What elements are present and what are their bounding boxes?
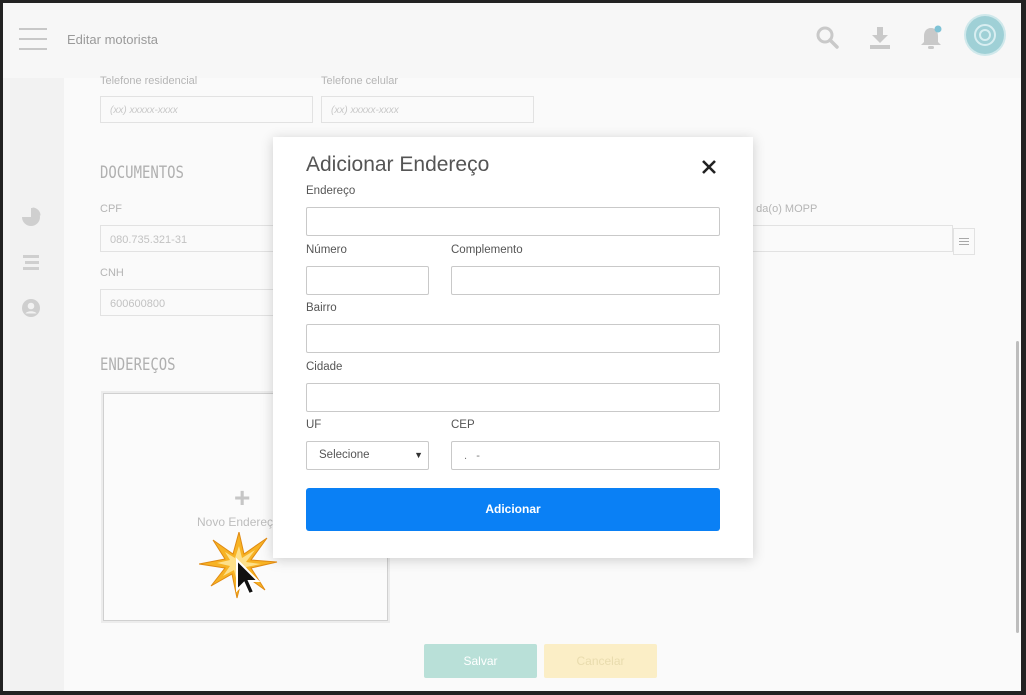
cursor-icon — [198, 531, 279, 602]
phone-home-input[interactable]: (xx) xxxxx-xxxx — [100, 96, 313, 123]
app-window: Editar motorista Telefone residencial (x… — [3, 3, 1021, 691]
number-input[interactable] — [306, 266, 429, 295]
cnh-label: CNH — [100, 267, 124, 279]
calendar-icon[interactable] — [953, 228, 975, 255]
search-icon[interactable] — [815, 25, 841, 51]
add-button[interactable]: Adicionar — [306, 488, 720, 531]
cpf-input[interactable]: 080.735.321-31 — [100, 225, 290, 252]
city-label: Cidade — [306, 361, 343, 373]
close-icon[interactable] — [701, 154, 717, 181]
save-button[interactable]: Salvar — [424, 644, 537, 678]
menu-icon[interactable] — [19, 28, 47, 50]
page-title: Editar motorista — [67, 32, 159, 47]
district-label: Bairro — [306, 302, 337, 314]
address-input[interactable] — [306, 207, 720, 236]
cep-label: CEP — [451, 419, 475, 431]
cnh-input[interactable]: 600600800 — [100, 289, 290, 316]
district-input[interactable] — [306, 324, 720, 353]
mopp-date-input[interactable] — [743, 225, 953, 252]
mopp-label: o da(o) MOPP — [747, 203, 818, 215]
plus-icon: + — [234, 482, 251, 513]
cep-input[interactable]: . - — [451, 441, 720, 470]
cancel-button[interactable]: Cancelar — [544, 644, 657, 678]
pie-chart-icon[interactable] — [21, 207, 41, 227]
new-address-label: Novo Endereço — [197, 515, 280, 529]
phone-cell-input[interactable]: (xx) xxxxx-xxxx — [321, 96, 534, 123]
bell-icon[interactable] — [918, 25, 944, 51]
list-icon[interactable] — [21, 253, 41, 273]
uf-label: UF — [306, 419, 322, 431]
avatar-icon[interactable] — [966, 16, 1004, 54]
modal-title: Adicionar Endereço — [306, 153, 490, 176]
phone-home-label: Telefone residencial — [100, 75, 198, 87]
download-icon[interactable] — [867, 25, 893, 51]
address-label: Endereço — [306, 185, 356, 197]
number-label: Número — [306, 244, 347, 256]
chevron-down-icon: ▼ — [414, 450, 423, 460]
phone-cell-label: Telefone celular — [321, 75, 399, 87]
top-bar: Editar motorista — [3, 3, 1021, 78]
uf-selected-value: Selecione — [319, 449, 370, 461]
complement-input[interactable] — [451, 266, 720, 295]
city-input[interactable] — [306, 383, 720, 412]
uf-select[interactable]: Selecione ▼ — [306, 441, 429, 470]
cpf-label: CPF — [100, 203, 122, 215]
documents-section-title: DOCUMENTOS — [100, 163, 184, 183]
user-circle-icon[interactable] — [21, 298, 41, 318]
complement-label: Complemento — [451, 244, 523, 256]
add-address-modal: Adicionar Endereço Endereço Número Compl… — [273, 137, 753, 558]
addresses-section-title: ENDEREÇOS — [100, 355, 176, 375]
scrollbar[interactable] — [1014, 73, 1021, 633]
